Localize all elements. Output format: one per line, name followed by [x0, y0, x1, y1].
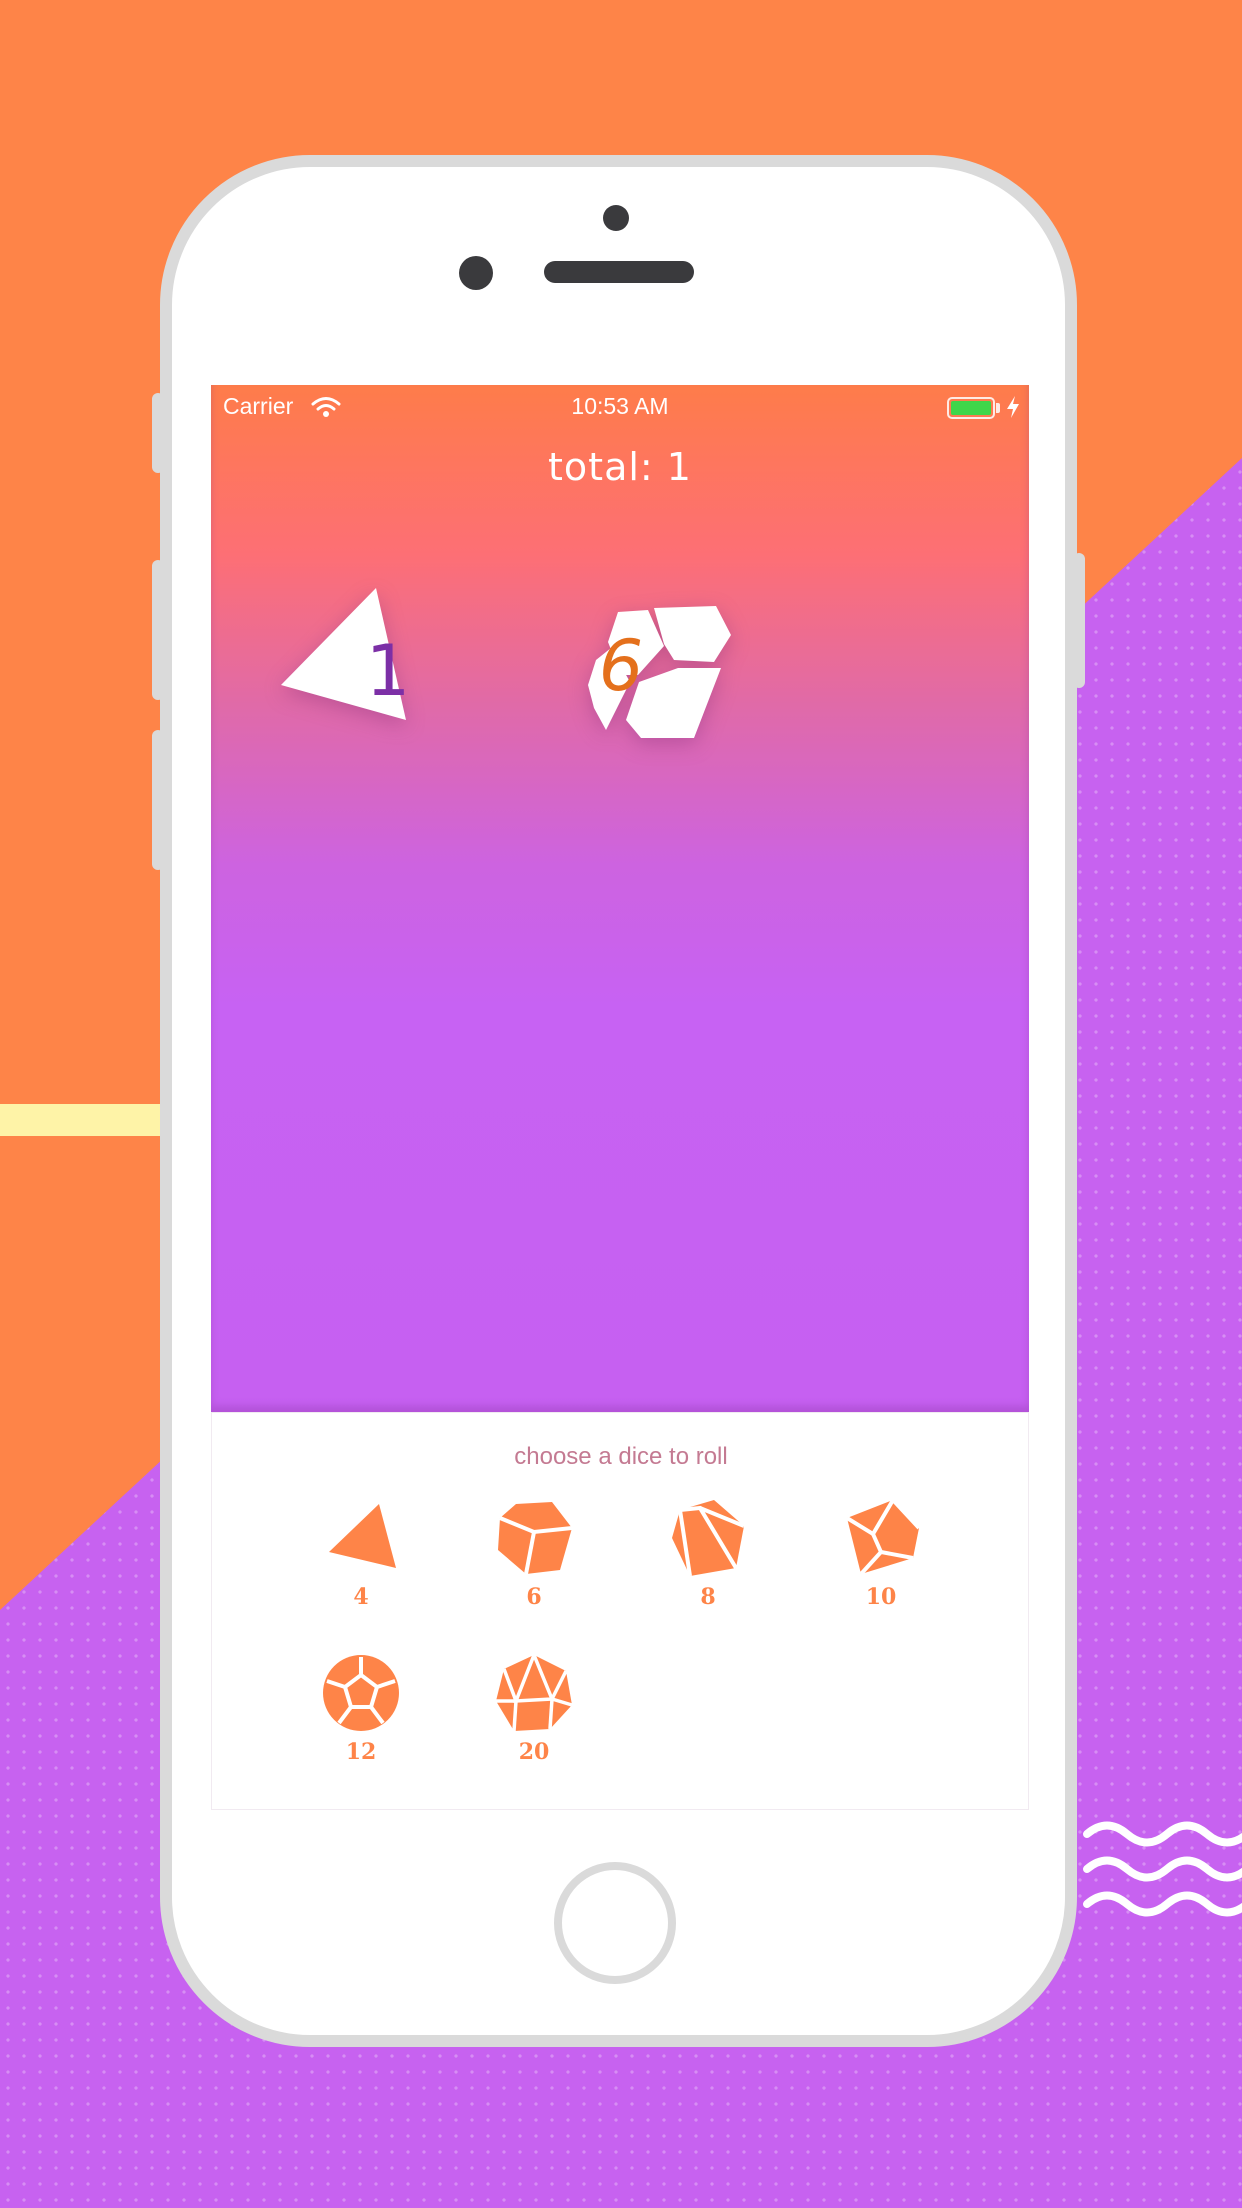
d6-die-value: 6 — [598, 625, 644, 707]
speaker-grille — [544, 261, 694, 283]
waves-decoration — [1083, 1821, 1242, 1917]
choose-d20-button[interactable]: 20 — [459, 1653, 609, 1783]
d12-label: 12 — [345, 1739, 377, 1765]
camera-icon — [459, 256, 493, 290]
d6-icon — [498, 1502, 573, 1575]
d4-die-value: 1 — [365, 630, 411, 712]
d8-label: 8 — [700, 1584, 716, 1610]
d6-label: 6 — [526, 1584, 542, 1610]
dice-chooser: choose a dice to roll 4 6 8 10 12 20 — [211, 1412, 1029, 1810]
choose-d8-button[interactable]: 8 — [633, 1498, 783, 1628]
d10-label: 10 — [865, 1584, 897, 1610]
d4-icon — [329, 1504, 396, 1568]
d12-icon — [323, 1655, 399, 1731]
d20-label: 20 — [518, 1739, 550, 1765]
status-bar: Carrier 10:53 AM — [211, 385, 1029, 429]
total-label: total: 1 — [548, 445, 692, 489]
battery-icon — [947, 397, 995, 419]
d8-icon — [672, 1500, 745, 1577]
choose-d10-button[interactable]: 10 — [806, 1498, 956, 1628]
charging-bolt-icon — [1007, 396, 1019, 418]
status-time: 10:53 AM — [571, 393, 669, 419]
d20-icon — [496, 1653, 573, 1732]
app-screen: Carrier 10:53 AM total: 1 1 6 choose a d… — [211, 385, 1029, 1810]
choose-d4-button[interactable]: 4 — [286, 1498, 436, 1628]
choose-d12-button[interactable]: 12 — [286, 1653, 436, 1783]
roll-area[interactable]: Carrier 10:53 AM total: 1 1 6 — [211, 385, 1029, 1412]
background-yellow-strip — [0, 1104, 160, 1136]
d4-label: 4 — [353, 1584, 369, 1610]
chooser-title: choose a dice to roll — [514, 1443, 728, 1470]
front-camera-icon — [603, 205, 629, 231]
d10-icon — [845, 1498, 921, 1576]
choose-d6-button[interactable]: 6 — [459, 1498, 609, 1628]
home-button[interactable] — [554, 1862, 676, 1984]
battery-cap — [996, 403, 1000, 413]
